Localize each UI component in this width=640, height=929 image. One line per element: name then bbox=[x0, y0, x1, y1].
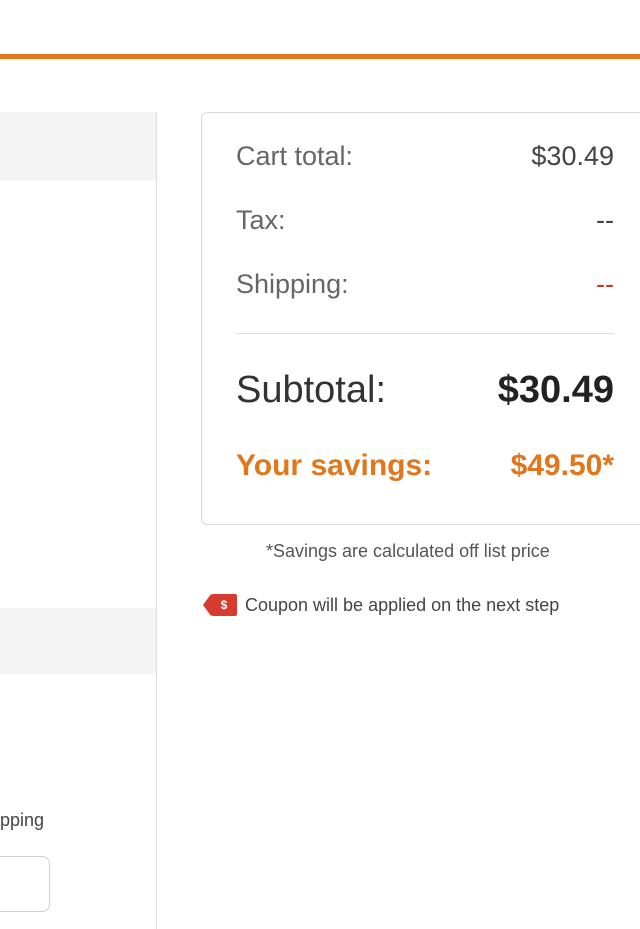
checkout-left-panel: pping bbox=[0, 112, 157, 929]
header-accent-bar bbox=[0, 54, 640, 59]
summary-divider bbox=[236, 333, 614, 334]
shipping-row: Shipping: -- bbox=[236, 269, 614, 300]
shipping-label: pping bbox=[0, 810, 45, 830]
savings-footnote: *Savings are calculated off list price bbox=[266, 541, 550, 561]
coupon-tag-icon: $ bbox=[203, 594, 237, 616]
tax-value: -- bbox=[596, 205, 614, 235]
section-header bbox=[0, 112, 156, 181]
order-summary-card: Cart total: $30.49 Tax: -- Shipping: -- … bbox=[201, 112, 640, 525]
shipping-cost-label: Shipping: bbox=[236, 269, 349, 299]
section-header bbox=[0, 608, 156, 674]
subtotal-row: Subtotal: $30.49 bbox=[236, 369, 614, 412]
coupon-notice-text: Coupon will be applied on the next step bbox=[245, 594, 560, 615]
shipping-input[interactable] bbox=[0, 856, 50, 912]
savings-row: Your savings: $49.50* bbox=[236, 449, 614, 483]
shipping-cost-value: -- bbox=[596, 269, 614, 299]
savings-value: $49.50* bbox=[510, 449, 614, 482]
cart-total-label: Cart total: bbox=[236, 141, 354, 171]
coupon-notice: $ Coupon will be applied on the next ste… bbox=[203, 594, 559, 616]
tax-label: Tax: bbox=[236, 205, 286, 235]
savings-label: Your savings: bbox=[236, 449, 433, 482]
cart-total-row: Cart total: $30.49 bbox=[236, 141, 614, 172]
subtotal-value: $30.49 bbox=[497, 369, 614, 411]
subtotal-label: Subtotal: bbox=[236, 369, 386, 411]
tax-row: Tax: -- bbox=[236, 205, 614, 236]
cart-total-value: $30.49 bbox=[531, 141, 614, 171]
